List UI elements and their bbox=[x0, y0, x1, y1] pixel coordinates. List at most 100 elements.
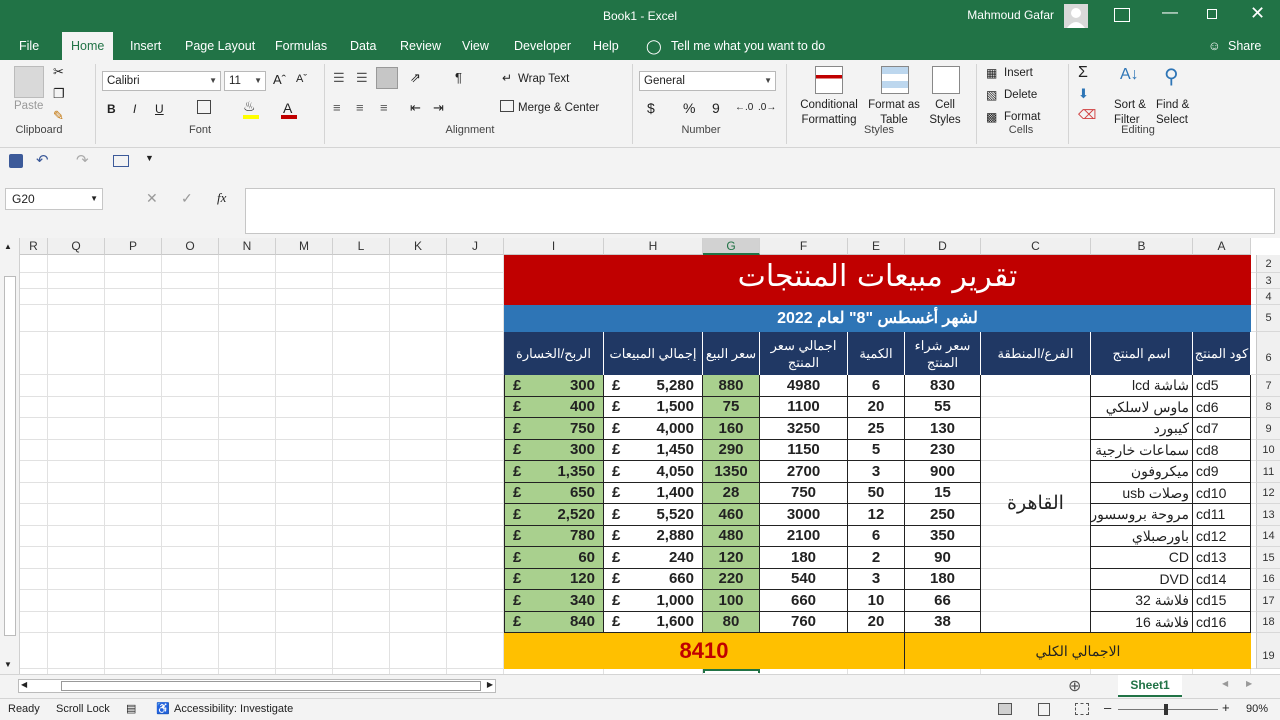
italic-button[interactable]: I bbox=[133, 102, 136, 116]
align-right-icon[interactable]: ≡ bbox=[380, 100, 388, 115]
h-scroll-thumb[interactable] bbox=[61, 681, 481, 691]
new-sheet-icon[interactable]: ⊕ bbox=[1068, 676, 1081, 696]
paste-icon[interactable] bbox=[14, 66, 44, 98]
scroll-up-icon[interactable]: ▲ bbox=[4, 242, 12, 251]
share-icon[interactable]: ☺ bbox=[1208, 32, 1221, 60]
fill-color-icon[interactable]: ♨ bbox=[243, 98, 256, 115]
prev-sheet-icon[interactable]: ◀ bbox=[1222, 679, 1228, 688]
scroll-left-icon[interactable]: ◀ bbox=[21, 680, 27, 689]
sort-filter-icon[interactable]: A↓ bbox=[1120, 66, 1139, 84]
tab-view[interactable]: View bbox=[462, 32, 489, 60]
align-center-icon[interactable]: ≡ bbox=[356, 100, 364, 115]
ribbon-display-options-icon[interactable] bbox=[1114, 8, 1130, 22]
close-icon[interactable]: ✕ bbox=[1250, 3, 1265, 24]
column-header-m[interactable]: M bbox=[276, 238, 333, 255]
normal-view-icon[interactable] bbox=[998, 703, 1012, 715]
increase-decimal-icon[interactable]: ←.0 bbox=[735, 102, 753, 113]
align-bottom-icon[interactable] bbox=[376, 67, 398, 89]
row-header-19[interactable]: 19 bbox=[1256, 633, 1280, 669]
formula-input[interactable] bbox=[245, 188, 1275, 234]
percent-style-button[interactable]: % bbox=[683, 100, 695, 116]
accessibility-icon[interactable]: ♿ bbox=[156, 702, 170, 715]
find-select-icon[interactable]: ⚲ bbox=[1164, 64, 1179, 89]
tab-file[interactable]: File bbox=[19, 32, 39, 60]
undo-icon[interactable]: ↶ bbox=[36, 151, 49, 169]
row-header-13[interactable]: 13 bbox=[1256, 504, 1280, 526]
enter-icon[interactable]: ✓ bbox=[181, 190, 193, 207]
row-header-8[interactable]: 8 bbox=[1256, 397, 1280, 418]
row-header-14[interactable]: 14 bbox=[1256, 526, 1280, 547]
accessibility-status[interactable]: Accessibility: Investigate bbox=[174, 703, 293, 715]
row-header-17[interactable]: 17 bbox=[1256, 590, 1280, 612]
column-header-d[interactable]: D bbox=[905, 238, 981, 255]
tab-home[interactable]: Home bbox=[62, 32, 114, 60]
column-header-q[interactable]: Q bbox=[48, 238, 105, 255]
increase-font-icon[interactable]: Aˆ bbox=[273, 72, 286, 87]
column-header-k[interactable]: K bbox=[390, 238, 447, 255]
row-header-18[interactable]: 18 bbox=[1256, 612, 1280, 633]
orientation-icon[interactable]: ⇗ bbox=[410, 70, 421, 86]
vertical-scrollbar[interactable]: ▲ ▼ bbox=[0, 238, 20, 674]
merge-center-icon[interactable] bbox=[500, 100, 514, 112]
column-header-c[interactable]: C bbox=[981, 238, 1091, 255]
column-header-a[interactable]: A bbox=[1193, 238, 1251, 255]
delete-cells-icon[interactable]: ▧ bbox=[986, 88, 997, 102]
insert-cells-button[interactable]: Insert bbox=[1004, 67, 1033, 79]
row-header-5[interactable]: 5 bbox=[1256, 305, 1280, 332]
column-header-l[interactable]: L bbox=[333, 238, 390, 255]
row-header-10[interactable]: 10 bbox=[1256, 440, 1280, 461]
paste-button[interactable]: Paste bbox=[14, 100, 43, 112]
next-sheet-icon[interactable]: ▶ bbox=[1246, 679, 1252, 688]
scroll-right-icon[interactable]: ▶ bbox=[487, 680, 493, 689]
row-header-4[interactable]: 4 bbox=[1256, 289, 1280, 305]
tab-help[interactable]: Help bbox=[593, 32, 619, 60]
format-cells-button[interactable]: Format bbox=[1004, 111, 1040, 123]
column-header-j[interactable]: J bbox=[447, 238, 504, 255]
format-painter-icon[interactable]: ✎ bbox=[53, 108, 64, 124]
column-header-o[interactable]: O bbox=[162, 238, 219, 255]
font-color-icon[interactable]: A bbox=[283, 100, 292, 116]
cut-icon[interactable]: ✂ bbox=[53, 64, 64, 80]
underline-button[interactable]: U bbox=[155, 102, 164, 116]
tab-review[interactable]: Review bbox=[400, 32, 441, 60]
tab-page-layout[interactable]: Page Layout bbox=[185, 32, 255, 60]
tell-me-search[interactable]: Tell me what you want to do bbox=[671, 32, 825, 60]
decrease-font-icon[interactable]: Aˇ bbox=[296, 73, 307, 85]
zoom-slider[interactable] bbox=[1118, 709, 1218, 710]
share-button[interactable]: Share bbox=[1228, 32, 1261, 60]
row-header-9[interactable]: 9 bbox=[1256, 418, 1280, 440]
align-left-icon[interactable]: ≡ bbox=[333, 100, 341, 115]
insert-function-button[interactable]: fx bbox=[217, 190, 226, 206]
borders-icon[interactable] bbox=[197, 100, 211, 114]
tab-data[interactable]: Data bbox=[350, 32, 376, 60]
font-size-select[interactable]: 11 ▼ bbox=[224, 71, 266, 91]
decrease-decimal-icon[interactable]: .0→ bbox=[758, 102, 776, 113]
font-name-select[interactable]: Calibri ▼ bbox=[102, 71, 221, 91]
zoom-out-icon[interactable]: – bbox=[1104, 700, 1111, 715]
find-select-button[interactable]: Find & Select bbox=[1156, 98, 1189, 128]
horizontal-scrollbar[interactable]: ◀ ▶ bbox=[18, 679, 496, 693]
name-box[interactable]: G20 ▼ bbox=[5, 188, 103, 210]
selected-cell[interactable] bbox=[703, 669, 760, 673]
column-header-e[interactable]: E bbox=[848, 238, 905, 255]
comma-style-button[interactable]: 9 bbox=[712, 100, 720, 116]
column-header-h[interactable]: H bbox=[604, 238, 703, 255]
scroll-thumb[interactable] bbox=[4, 276, 16, 636]
column-header-g[interactable]: G bbox=[703, 238, 760, 255]
row-header-16[interactable]: 16 bbox=[1256, 569, 1280, 590]
delete-cells-button[interactable]: Delete bbox=[1004, 89, 1037, 101]
tab-formulas[interactable]: Formulas bbox=[275, 32, 327, 60]
zoom-in-icon[interactable]: + bbox=[1222, 700, 1230, 715]
number-format-select[interactable]: General ▼ bbox=[639, 71, 776, 91]
zoom-level[interactable]: 90% bbox=[1246, 703, 1268, 715]
decrease-indent-icon[interactable]: ⇤ bbox=[410, 100, 421, 116]
conditional-formatting-button[interactable]: Conditional Formatting bbox=[798, 98, 860, 128]
fill-icon[interactable]: ⬇ bbox=[1078, 86, 1089, 102]
align-middle-icon[interactable]: ☰ bbox=[356, 70, 368, 86]
wrap-text-button[interactable]: Wrap Text bbox=[518, 73, 569, 85]
column-header-p[interactable]: P bbox=[105, 238, 162, 255]
autosum-icon[interactable]: Σ bbox=[1078, 64, 1088, 82]
row-header-15[interactable]: 15 bbox=[1256, 547, 1280, 569]
column-header-b[interactable]: B bbox=[1091, 238, 1193, 255]
form-icon[interactable] bbox=[113, 155, 129, 167]
